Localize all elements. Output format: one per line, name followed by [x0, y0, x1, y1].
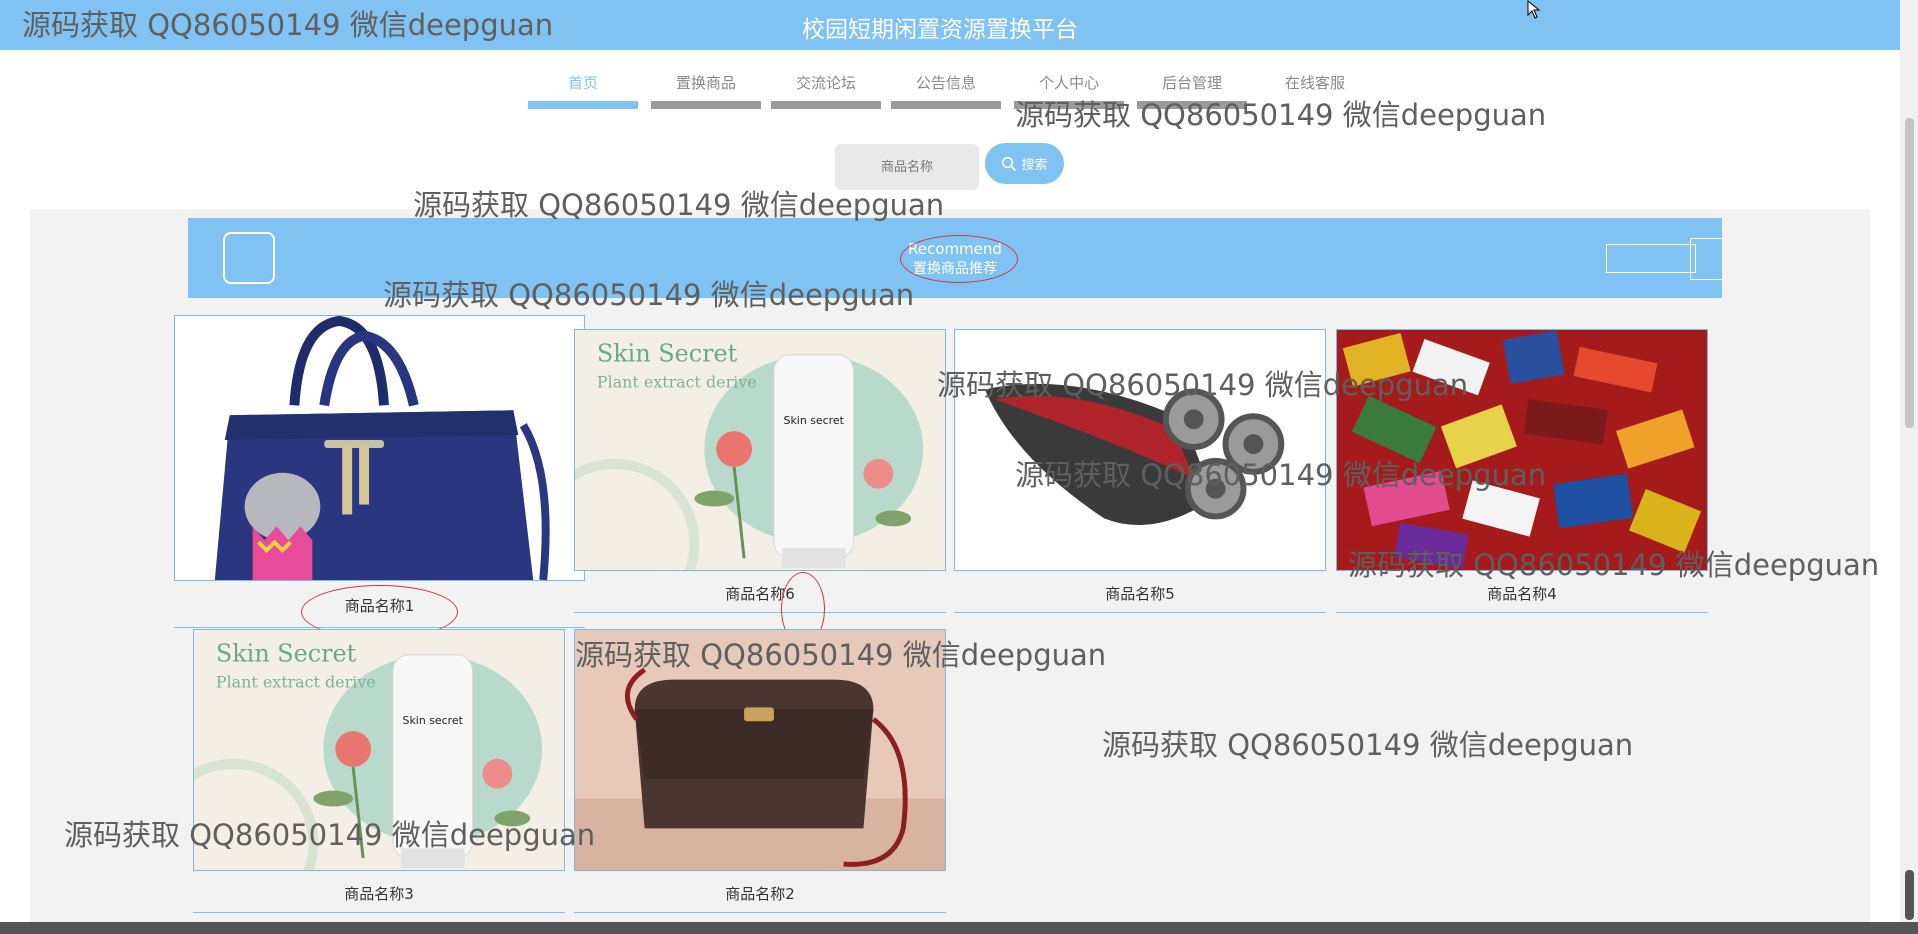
bottom-strip	[0, 922, 1918, 934]
product-underline	[574, 912, 946, 913]
top-header: 校园短期闲置资源置换平台	[0, 0, 1900, 50]
nav-online-service-label: 在线客服	[1284, 74, 1345, 92]
product-card-2[interactable]: 商品名称2	[574, 629, 946, 913]
nav-admin[interactable]: 后台管理	[1137, 70, 1247, 109]
product-name[interactable]: 商品名称5	[954, 583, 1326, 604]
mouse-cursor-icon	[1527, 0, 1541, 19]
nav-exchange-goods-bar	[651, 101, 761, 109]
product-underline	[1336, 612, 1708, 613]
product-image-candy[interactable]	[1336, 329, 1708, 571]
product-underline	[193, 912, 565, 913]
recommend-frame-decoration	[1606, 244, 1696, 273]
search-input[interactable]	[835, 144, 979, 190]
nav-home-label: 首页	[567, 74, 598, 92]
product-image-skin-cream[interactable]: Skin Secret Plant extract derive Skin se…	[193, 629, 565, 871]
scrollbar[interactable]	[1900, 0, 1918, 925]
product-underline	[954, 612, 1326, 613]
svg-text:Plant extract derive: Plant extract derive	[216, 673, 376, 692]
product-card-1[interactable]: 商品名称1	[174, 315, 585, 628]
scrollbar-thumb[interactable]	[1905, 118, 1914, 428]
nav-notice-label: 公告信息	[915, 74, 976, 92]
search-button[interactable]: 搜索	[985, 143, 1064, 184]
site-title: 校园短期闲置资源置换平台	[802, 17, 1078, 43]
product-image-shaver[interactable]	[954, 329, 1326, 571]
svg-text:Skin Secret: Skin Secret	[216, 640, 357, 668]
annotation-ellipse	[900, 235, 1018, 283]
product-card-3[interactable]: Skin Secret Plant extract derive Skin se…	[193, 629, 565, 913]
search-button-label: 搜索	[1021, 157, 1048, 172]
product-image-handbag[interactable]	[174, 315, 585, 581]
nav-admin-bar	[1137, 101, 1247, 109]
nav-forum-bar	[771, 101, 881, 109]
nav-personal-center-bar	[1014, 101, 1124, 109]
recommend-frame-decoration-2	[1690, 238, 1723, 280]
product-underline	[574, 612, 946, 613]
product-name[interactable]: 商品名称4	[1336, 583, 1708, 604]
nav-notice-bar	[891, 101, 1001, 109]
product-name[interactable]: 商品名称6	[574, 583, 946, 604]
scrollbar-thumb-lower[interactable]	[1905, 870, 1914, 920]
recommend-header: Recommend 置换商品推荐	[188, 218, 1723, 298]
nav-online-service[interactable]: 在线客服	[1260, 70, 1370, 96]
svg-text:Skin secret: Skin secret	[784, 414, 845, 427]
product-card-6[interactable]: Skin Secret Plant extract derive Skin se…	[574, 329, 946, 613]
product-image-skin-cream[interactable]: Skin Secret Plant extract derive Skin se…	[574, 329, 946, 571]
svg-text:Skin Secret: Skin Secret	[597, 340, 738, 368]
nav-home-bar	[528, 101, 638, 109]
main-nav: 首页 置换商品 交流论坛 公告信息 个人中心 后台管理 在线客服	[0, 70, 1918, 115]
svg-text:Skin secret: Skin secret	[403, 714, 464, 727]
search-icon	[1002, 156, 1017, 171]
nav-exchange-goods[interactable]: 置换商品	[651, 70, 761, 109]
nav-forum[interactable]: 交流论坛	[771, 70, 881, 109]
nav-home[interactable]: 首页	[528, 70, 638, 109]
nav-admin-label: 后台管理	[1161, 74, 1222, 92]
product-card-4[interactable]: 商品名称4	[1336, 329, 1708, 613]
product-card-5[interactable]: 商品名称5	[954, 329, 1326, 613]
product-name[interactable]: 商品名称2	[574, 883, 946, 904]
svg-text:Plant extract derive: Plant extract derive	[597, 373, 757, 392]
nav-personal-center-label: 个人中心	[1038, 74, 1099, 92]
product-image-shoulder-bag[interactable]	[574, 629, 946, 871]
nav-personal-center[interactable]: 个人中心	[1014, 70, 1124, 109]
product-name[interactable]: 商品名称3	[193, 883, 565, 904]
nav-forum-label: 交流论坛	[795, 74, 856, 92]
nav-notice[interactable]: 公告信息	[891, 70, 1001, 109]
nav-exchange-goods-label: 置换商品	[675, 74, 736, 92]
